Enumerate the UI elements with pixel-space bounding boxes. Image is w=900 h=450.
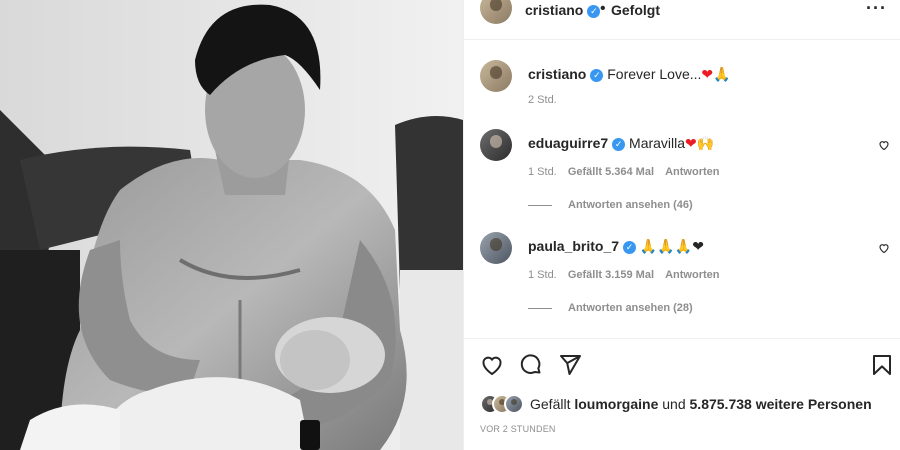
comment-like-count[interactable]: Gefällt 5.364 Mal <box>568 166 654 178</box>
liker-avatar[interactable] <box>504 394 524 414</box>
comment-like-heart-icon[interactable] <box>878 139 890 151</box>
comment-text: Maravilla <box>629 135 686 151</box>
verified-badge-icon: ✓ <box>623 240 637 254</box>
bookmark-icon[interactable] <box>870 353 894 377</box>
verified-badge-icon: ✓ <box>590 68 604 82</box>
comment-avatar[interactable] <box>480 129 512 161</box>
post-details-panel: cristiano ✓ • Gefolgt ··· cristiano ✓ Fore… <box>463 0 900 450</box>
liker-username[interactable]: loumorgaine <box>574 396 658 412</box>
comment-avatar[interactable] <box>480 232 512 264</box>
caption-avatar[interactable] <box>480 60 512 92</box>
likes-text: Gefällt loumorgaine und 5.875.738 weiter… <box>530 396 872 412</box>
comment-body: eduaguirre7 ✓ Maravilla❤🙌 <box>528 135 714 152</box>
comment-meta: 1 Std. Gefällt 5.364 Mal Antworten <box>528 166 727 178</box>
comment-like-count[interactable]: Gefällt 3.159 Mal <box>568 269 654 281</box>
comment-icon[interactable] <box>519 353 543 377</box>
comment-time[interactable]: 1 Std. <box>528 166 557 178</box>
caption-text: Forever Love... <box>607 66 702 82</box>
verified-badge-icon: ✓ <box>612 137 626 151</box>
caption-emojis: ❤🙏 <box>701 67 731 83</box>
comment-emojis: ❤🙌 <box>685 136 715 152</box>
comment-body: paula_brito_7 ✓ 🙏🙏🙏❤ <box>528 238 704 255</box>
replies-divider-line <box>528 307 552 309</box>
header-separator: • <box>600 0 606 17</box>
caption-time[interactable]: 2 Std. <box>528 94 557 106</box>
post-timestamp[interactable]: VOR 2 STUNDEN <box>480 424 556 434</box>
replies-divider-line <box>528 204 552 206</box>
post-actions-bar: Gefällt loumorgaine und 5.875.738 weiter… <box>464 338 900 450</box>
comment-like-heart-icon[interactable] <box>878 242 890 254</box>
author-username[interactable]: cristiano ✓ <box>525 2 601 18</box>
comment-username[interactable]: paula_brito_7 <box>528 238 619 254</box>
view-replies-button[interactable]: Antworten ansehen (46) <box>528 199 693 211</box>
caption-meta: 2 Std. <box>528 94 565 106</box>
follow-status-button[interactable]: Gefolgt <box>611 2 660 18</box>
photo-illustration <box>0 0 463 450</box>
post-photo[interactable] <box>0 0 463 450</box>
share-icon[interactable] <box>558 353 582 377</box>
heart-icon[interactable] <box>480 353 504 377</box>
comment-emojis: 🙏🙏🙏❤ <box>639 239 704 255</box>
caption: cristiano ✓ Forever Love...❤🙏 2 Std. <box>480 60 890 110</box>
comment-reply-button[interactable]: Antworten <box>665 166 719 178</box>
comment-reply-button[interactable]: Antworten <box>665 269 719 281</box>
verified-badge-icon: ✓ <box>587 4 601 18</box>
caption-body: cristiano ✓ Forever Love...❤🙏 <box>528 66 731 83</box>
comment-item: paula_brito_7 ✓ 🙏🙏🙏❤ 1 Std. Gefällt 3.159… <box>480 232 890 322</box>
post-header: cristiano ✓ • Gefolgt ··· <box>464 0 900 40</box>
author-avatar[interactable] <box>480 0 512 24</box>
likes-count[interactable]: 5.875.738 weitere Personen <box>690 396 872 412</box>
comment-meta: 1 Std. Gefällt 3.159 Mal Antworten <box>528 269 727 281</box>
likes-summary: Gefällt loumorgaine und 5.875.738 weiter… <box>480 393 872 415</box>
more-options-icon[interactable]: ··· <box>866 0 887 19</box>
comment-item: eduaguirre7 ✓ Maravilla❤🙌 1 Std. Gefällt … <box>480 129 890 219</box>
comment-time[interactable]: 1 Std. <box>528 269 557 281</box>
view-replies-button[interactable]: Antworten ansehen (28) <box>528 302 693 314</box>
caption-username[interactable]: cristiano <box>528 66 586 82</box>
comment-username[interactable]: eduaguirre7 <box>528 135 608 151</box>
